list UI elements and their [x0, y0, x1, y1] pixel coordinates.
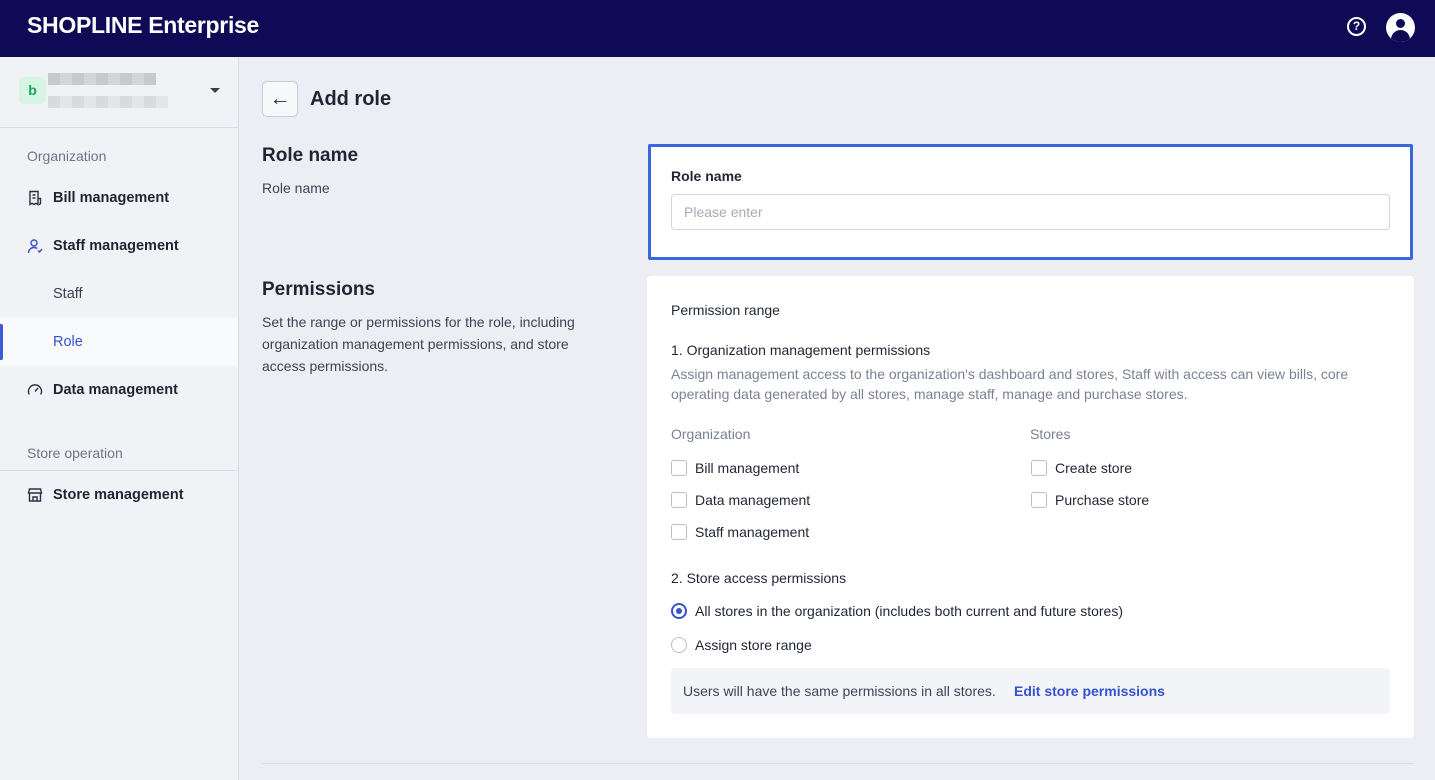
avatar-head [1396, 19, 1405, 28]
permissions-section-title: Permissions [262, 279, 375, 300]
role-name-input[interactable] [671, 194, 1390, 230]
checkbox-label[interactable]: Create store [1055, 460, 1132, 476]
checkbox-label[interactable]: Purchase store [1055, 492, 1149, 508]
stores-column-header: Stores [1030, 426, 1071, 442]
page-title: Add role [310, 88, 392, 110]
sidebar-divider [0, 127, 238, 128]
purchase-store-checkbox[interactable] [1031, 492, 1047, 508]
shopline-logo[interactable]: SHOPLINE Enterprise [27, 12, 259, 39]
org-avatar: b [19, 77, 46, 104]
checkbox-label[interactable]: Bill management [695, 460, 799, 476]
sidebar-item-bill-management[interactable]: Bill management [0, 174, 238, 222]
org-subtitle-redacted [48, 96, 168, 108]
bill-icon [29, 190, 42, 206]
create-store-checkbox[interactable] [1031, 460, 1047, 476]
org-permissions-title: 1. Organization management permissions [671, 342, 931, 358]
sidebar-item-data-management[interactable]: Data management [0, 366, 238, 414]
radio-label[interactable]: All stores in the organization (includes… [695, 603, 1123, 619]
staff-icon [27, 239, 43, 254]
org-column-header: Organization [671, 426, 751, 442]
user-avatar-icon[interactable] [1386, 13, 1415, 42]
sidebar: b Organization Bill management Staff man… [0, 57, 239, 780]
top-bar: SHOPLINE Enterprise ? [0, 0, 1435, 57]
store-access-title: 2. Store access permissions [671, 570, 847, 586]
permission-range-label: Permission range [671, 302, 780, 318]
gauge-icon [27, 384, 43, 395]
sidebar-section-organization: Organization [27, 148, 107, 164]
sidebar-item-staff-management[interactable]: Staff management [0, 222, 238, 270]
role-name-card: Role name [648, 144, 1413, 260]
edit-store-permissions-link[interactable]: Edit store permissions [1014, 683, 1165, 699]
arrow-left-icon: ← [269, 87, 291, 110]
permissions-card: Permission range 1. Organization managem… [647, 276, 1414, 738]
sidebar-item-label: Bill management [53, 190, 170, 206]
sidebar-item-label: Role [53, 334, 83, 350]
permissions-section-desc: Set the range or permissions for the rol… [262, 314, 575, 374]
info-text: Users will have the same permissions in … [683, 683, 996, 699]
sidebar-section-store-operation: Store operation [27, 445, 123, 461]
sidebar-item-label: Data management [53, 382, 178, 398]
sidebar-item-role[interactable]: Role [0, 318, 238, 366]
footer-divider [262, 763, 1414, 764]
checkbox-label[interactable]: Staff management [695, 524, 809, 540]
bill-management-checkbox[interactable] [671, 460, 687, 476]
sidebar-item-label: Store management [53, 487, 184, 503]
org-name-redacted [48, 73, 156, 85]
sidebar-item-staff[interactable]: Staff [0, 270, 238, 318]
logo-suffix: Enterprise [148, 12, 260, 38]
help-icon[interactable]: ? [1347, 17, 1366, 36]
data-management-checkbox[interactable] [671, 492, 687, 508]
radio-label[interactable]: Assign store range [695, 637, 812, 653]
sidebar-item-label: Staff [53, 286, 83, 302]
checkbox-label[interactable]: Data management [695, 492, 810, 508]
chevron-down-icon[interactable] [210, 88, 220, 93]
logo-main: SHOPLINE [27, 12, 143, 38]
all-stores-radio[interactable] [671, 603, 687, 619]
store-permissions-info: Users will have the same permissions in … [671, 668, 1390, 714]
back-button[interactable]: ← [262, 81, 298, 117]
role-section-title: Role name [262, 145, 359, 166]
organization-switcher[interactable]: b [0, 57, 238, 127]
sidebar-item-label: Staff management [53, 238, 179, 254]
avatar-body [1391, 30, 1410, 42]
org-permissions-desc: Assign management access to the organiza… [671, 366, 1349, 402]
assign-store-range-radio[interactable] [671, 637, 687, 653]
sidebar-item-store-management[interactable]: Store management [0, 471, 238, 519]
store-icon [27, 488, 43, 502]
staff-management-checkbox[interactable] [671, 524, 687, 540]
role-section-desc: Role name [262, 180, 330, 196]
role-name-label: Role name [671, 168, 742, 184]
